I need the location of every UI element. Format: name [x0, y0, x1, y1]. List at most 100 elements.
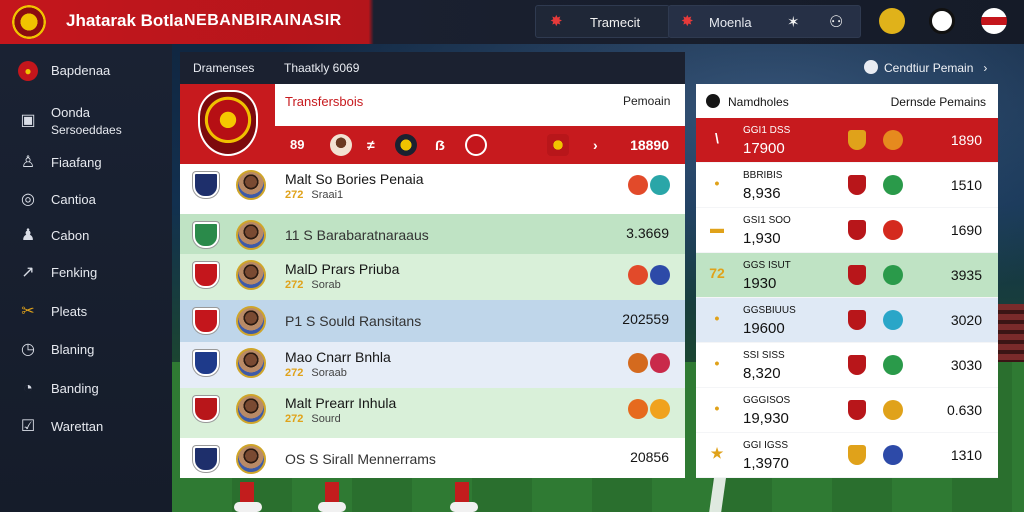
sidebar-item-target[interactable]: ◎ Cantioa [0, 181, 172, 219]
rank-marker: ★ [710, 445, 724, 461]
profile-icon[interactable]: ⚇ [829, 12, 843, 32]
search-label: Moenla [709, 15, 752, 30]
table-row[interactable]: • GGSBIUUS 19600 3020 [696, 298, 998, 342]
sidebar-item-plans[interactable]: ✂ Pleats [0, 293, 172, 331]
club-badge-icon[interactable] [929, 8, 955, 34]
stat-badge-icon[interactable] [650, 175, 670, 195]
table-row[interactable]: OS S Sirall Mennerrams 20856 [180, 438, 685, 478]
player-avatar [236, 444, 266, 474]
stat-badge-icon [883, 220, 903, 240]
info-icon [864, 60, 878, 74]
row-value: 1690 [950, 222, 982, 238]
table-row[interactable]: 11 S Barabaratnaraaus 3.3669 [180, 214, 685, 254]
row-label: GGGISOS [743, 395, 791, 406]
stat-badge-icon[interactable] [650, 265, 670, 285]
player-legs-decoration [230, 478, 490, 512]
feature-item: › [593, 137, 598, 153]
player-meta [285, 463, 293, 475]
stat-badge-icon[interactable] [628, 265, 648, 285]
sidebar-item-label: Fenking [51, 265, 98, 280]
table-row[interactable]: P1 S Sould Ransitans 202559 [180, 300, 685, 342]
sidebar-item-label: Cantioa [51, 192, 96, 207]
table-row[interactable]: Mao Cnarr Bnhla 272 Soraab [180, 342, 685, 388]
table-row[interactable]: Malt So Bories Penaia 272 Sraai1 [180, 164, 685, 214]
stat-badge-icon[interactable] [628, 399, 648, 419]
club-crest-icon[interactable] [12, 5, 46, 39]
stat-badge-icon[interactable] [628, 175, 648, 195]
stat-badge-icon[interactable] [650, 399, 670, 419]
table-row[interactable]: • BBRIBIS 8,936 1510 [696, 163, 998, 207]
club-flag-icon [193, 308, 219, 334]
featured-transfer[interactable]: Transfersbois Pemoain 89 ≠ ẞ › 18890 [180, 84, 685, 164]
row-amount: 1,930 [743, 230, 781, 247]
rank-marker: • [714, 400, 720, 416]
sidebar-item-label: Fiaafang [51, 155, 102, 170]
star-icon[interactable]: ✶ [787, 13, 800, 31]
sidebar-item-club[interactable]: ● Bapdenaa [0, 52, 172, 90]
sidebar: ● Bapdenaa ▣ Oonda Sersoeddaes ♙ Fiaafan… [0, 44, 172, 512]
club-crest-icon: ● [18, 61, 38, 81]
sidebar-item-user[interactable]: ♟ Cabon [0, 217, 172, 255]
player-rating: 272 [285, 279, 304, 291]
club-badge-icon [848, 175, 866, 195]
trend-icon: ↗ [21, 264, 35, 281]
row-label: GGSBIUUS [743, 305, 796, 316]
stat-badge-icon [883, 265, 903, 285]
table-row[interactable]: • GGGISOS 19,930 0.630 [696, 388, 998, 432]
header-tab-namdholes[interactable]: Namdholes [728, 95, 789, 109]
club-flag-icon [193, 350, 219, 376]
club-flag-icon [193, 396, 219, 422]
feature-item: 89 [290, 137, 305, 152]
transfer-button[interactable]: ✸ Tramecit [535, 5, 670, 38]
player-value: 20856 [630, 449, 669, 465]
club-badge-icon [395, 134, 417, 156]
see-all-players-link[interactable]: Cendtiur Pemain › [864, 60, 987, 75]
chat-icon: ◔ [23, 380, 33, 397]
panel-header: Namdholes Dernsde Pemains [696, 84, 998, 118]
stat-badge-icon [883, 355, 903, 375]
table-row[interactable]: Malt Prearr Inhula 272 Sourd [180, 388, 685, 438]
rank-marker: • [714, 175, 720, 191]
player-avatar [236, 306, 266, 336]
search-bar[interactable]: ✸ Moenla ✶ ⚇ [668, 5, 861, 38]
feature-value: 18890 [630, 137, 669, 153]
stat-badge-icon[interactable] [650, 353, 670, 373]
table-row[interactable]: MalD Prars Priuba 272 Sorab [180, 254, 685, 300]
flag-icon[interactable] [981, 8, 1007, 34]
club-crest-icon [198, 90, 258, 156]
sidebar-item-banding[interactable]: ◔ Banding [0, 370, 172, 408]
table-row[interactable]: \ GGI1 DSS 17900 1890 [696, 118, 998, 162]
sidebar-item-warettan[interactable]: ☑ Warettan [0, 408, 172, 446]
sidebar-item-label: Oonda [51, 105, 91, 120]
feature-right-label: Pemoain [623, 94, 671, 108]
gold-badge-icon[interactable] [879, 8, 905, 34]
player-position: Soraab [311, 367, 347, 379]
player-name: Mao Cnarr Bnhla [285, 349, 391, 365]
sidebar-item-person[interactable]: ♙ Fiaafang [0, 144, 172, 182]
player-meta: 272 Sourd [285, 413, 341, 425]
sidebar-item-planning[interactable]: ◷ Blaning [0, 331, 172, 369]
club-flag-icon [193, 262, 219, 288]
header-tab-thaatkly[interactable]: Thaatkly 6069 [284, 61, 359, 75]
table-row[interactable]: ★ GGI IGSS 1,3970 1310 [696, 433, 998, 477]
player-avatar [236, 220, 266, 250]
player-value: 202559 [622, 311, 669, 327]
stat-badge-icon[interactable] [628, 353, 648, 373]
row-value: 0.630 [946, 402, 982, 418]
player-avatar [236, 170, 266, 200]
panel-header: Dramenses Thaatkly 6069 [180, 52, 685, 84]
sidebar-item-ranking[interactable]: ↗ Fenking [0, 254, 172, 292]
row-amount: 19,930 [743, 410, 789, 427]
clipboard-icon: ☑ [20, 418, 36, 435]
row-value: 3935 [950, 267, 982, 283]
stat-badge-icon [883, 400, 903, 420]
feature-item: ẞ [435, 137, 446, 153]
header-tab-pemains[interactable]: Dernsde Pemains [891, 95, 986, 109]
table-row[interactable]: • SSI SISS 8,320 3030 [696, 343, 998, 387]
header-tab-dramenses[interactable]: Dramenses [193, 61, 254, 75]
table-row[interactable]: 72 GGS ISUT 1930 3935 [696, 253, 998, 297]
player-name: Malt So Bories Penaia [285, 171, 424, 187]
sidebar-item-calendar[interactable]: ▣ Oonda Sersoeddaes [0, 102, 172, 140]
person-icon: ♙ [20, 154, 36, 171]
table-row[interactable]: ▬ GSI1 SOO 1,930 1690 [696, 208, 998, 252]
